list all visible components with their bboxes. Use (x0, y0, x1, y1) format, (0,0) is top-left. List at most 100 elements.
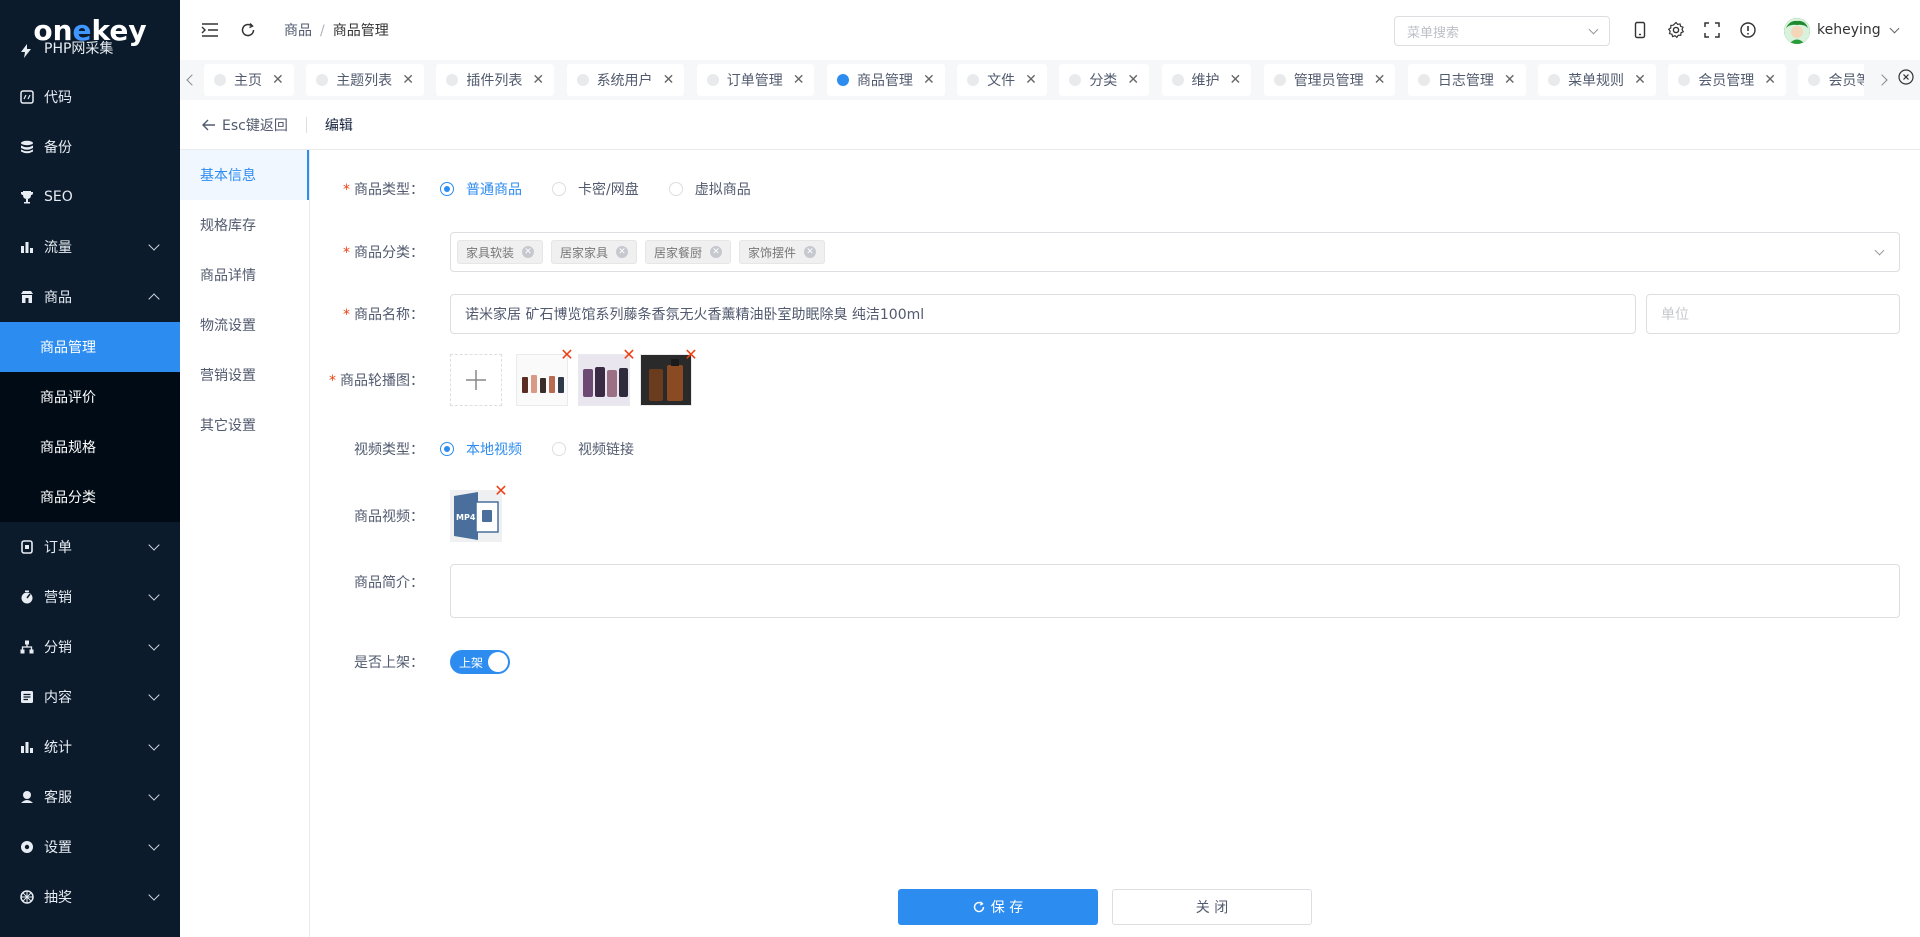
close-icon[interactable]: ✕ (616, 246, 629, 258)
tab-home[interactable]: 主页 ✕ (204, 64, 294, 96)
field-video: 商品视频： MP4 ✕ (310, 483, 1910, 542)
upload-image-button[interactable] (450, 354, 502, 406)
field-on-shelf: 是否上架： 上架 (310, 650, 1910, 674)
field-carousel: * 商品轮播图： ✕ ✕ ✕ (310, 347, 1910, 406)
mobile-icon[interactable] (1631, 21, 1649, 39)
tab-order-manage[interactable]: 订单管理 ✕ (696, 64, 815, 96)
sidebar-item-backup[interactable]: 备份 (0, 122, 180, 172)
close-icon[interactable]: ✕ (1504, 72, 1516, 88)
close-icon[interactable]: ✕ (804, 246, 817, 258)
close-icon[interactable]: ✕ (1764, 72, 1776, 88)
close-icon[interactable]: ✕ (1634, 72, 1646, 88)
close-icon[interactable]: ✕ (923, 72, 935, 88)
chevron-down-icon[interactable] (1889, 23, 1900, 34)
sidebar-subitem-goods-spec[interactable]: 商品规格 (0, 422, 180, 472)
tab-admin-manage[interactable]: 管理员管理 ✕ (1263, 64, 1396, 96)
sidebar-item-code[interactable]: 代码 (0, 72, 180, 122)
tab-member-manage[interactable]: 会员管理 ✕ (1668, 64, 1786, 96)
on-shelf-switch[interactable]: 上架 (450, 650, 510, 674)
close-button[interactable]: 关 闭 (1112, 889, 1312, 925)
tab-theme-list[interactable]: 主题列表 ✕ (306, 64, 424, 96)
fullscreen-icon[interactable] (1703, 21, 1721, 39)
category-multiselect[interactable]: 家具软装 ✕ 居家家具 ✕ 居家餐厨 ✕ 家饰摆件 ✕ (450, 232, 1900, 272)
section-other[interactable]: 其它设置 (180, 400, 309, 450)
sidebar-item-content[interactable]: 内容 (0, 672, 180, 722)
close-icon[interactable]: ✕ (532, 72, 544, 88)
close-all-tabs-icon[interactable] (1898, 69, 1914, 85)
close-icon[interactable]: ✕ (1127, 72, 1139, 88)
sidebar-subitem-goods-category[interactable]: 商品分类 (0, 472, 180, 522)
tab-maintenance[interactable]: 维护 ✕ (1161, 64, 1252, 96)
tab-member-level[interactable]: 会员等级✕ (1798, 64, 1864, 96)
close-icon[interactable]: ✕ (402, 72, 414, 88)
delete-video-icon[interactable]: ✕ (494, 483, 508, 499)
username[interactable]: keheying (1817, 22, 1881, 38)
chevron-down-icon (148, 239, 160, 251)
save-button[interactable]: 保 存 (898, 889, 1098, 925)
sidebar-subitem-goods-manage[interactable]: 商品管理 (0, 322, 180, 372)
delete-image-icon[interactable]: ✕ (622, 347, 636, 363)
sidebar-item-marketing[interactable]: 营销 (0, 572, 180, 622)
sidebar-subitem-goods-review[interactable]: 商品评价 (0, 372, 180, 422)
sidebar-item-seo[interactable]: SEO (0, 172, 180, 222)
tab-plugin-list[interactable]: 插件列表 ✕ (436, 64, 555, 96)
radio-video-link[interactable]: 视频链接 (552, 439, 634, 459)
close-icon[interactable]: ✕ (710, 246, 723, 258)
tab-dot (967, 74, 980, 86)
refresh-icon[interactable] (238, 20, 258, 40)
close-icon[interactable]: ✕ (663, 72, 675, 88)
tab-dot (1678, 74, 1691, 86)
section-spec-stock[interactable]: 规格库存 (180, 200, 309, 250)
delete-image-icon[interactable]: ✕ (684, 347, 698, 363)
sidebar-item-settings[interactable]: 设置 (0, 822, 180, 872)
breadcrumb-item[interactable]: 商品 (284, 23, 312, 39)
unit-input[interactable]: 单位 (1646, 294, 1900, 334)
info-icon[interactable] (1739, 21, 1757, 39)
close-icon[interactable]: ✕ (1230, 72, 1242, 88)
section-marketing[interactable]: 营销设置 (180, 350, 309, 400)
gear-icon[interactable] (1667, 21, 1685, 39)
section-logistics[interactable]: 物流设置 (180, 300, 309, 350)
radio-local-video[interactable]: 本地视频 (440, 439, 522, 459)
content-icon (20, 690, 34, 704)
tab-files[interactable]: 文件 ✕ (957, 64, 1047, 96)
radio-card-disk[interactable]: 卡密/网盘 (552, 179, 639, 199)
radio-virtual-goods[interactable]: 虚拟商品 (668, 179, 751, 199)
avatar[interactable] (1784, 18, 1810, 44)
tab-dot (1069, 74, 1082, 86)
sidebar-item-traffic[interactable]: 流量 (0, 222, 180, 272)
sidebar-item-goods[interactable]: 商品 (0, 272, 180, 322)
sidebar-item-stats[interactable]: 统计 (0, 722, 180, 772)
breadcrumb-current: 商品管理 (332, 23, 389, 39)
goods-name-input[interactable]: 诺米家居 矿石博览馆系列藤条香氛无火香薰精油卧室助眠除臭 纯洁100ml (450, 294, 1636, 334)
delete-image-icon[interactable]: ✕ (560, 347, 574, 363)
sidebar: on e key PHP网采集 代码 备份 SEO 流量 商品 商品管理 商品评价 … (0, 0, 180, 937)
goods-intro-textarea[interactable] (450, 564, 1900, 618)
close-icon[interactable]: ✕ (1374, 72, 1386, 88)
tab-scroll-left-icon[interactable] (186, 74, 198, 86)
close-icon[interactable]: ✕ (272, 72, 284, 88)
chevron-down-icon (1874, 245, 1885, 256)
sidebar-item-distribution[interactable]: 分销 (0, 622, 180, 672)
shop-icon (20, 290, 34, 304)
menu-search-select[interactable]: 菜单搜索 (1394, 16, 1610, 46)
close-icon[interactable]: ✕ (793, 72, 805, 88)
sidebar-item-order[interactable]: 订单 (0, 522, 180, 572)
radio-normal-goods[interactable]: 普通商品 (440, 179, 522, 199)
menu-fold-icon[interactable] (200, 20, 220, 40)
sidebar-item-lottery[interactable]: 抽奖 (0, 872, 180, 922)
sidebar-item-customer-service[interactable]: 客服 (0, 772, 180, 822)
close-icon[interactable]: ✕ (1025, 72, 1037, 88)
section-basic-info[interactable]: 基本信息 (180, 150, 309, 200)
tab-goods-manage[interactable]: 商品管理 ✕ (826, 64, 945, 96)
tab-menu-rules[interactable]: 菜单规则 ✕ (1538, 64, 1656, 96)
tab-system-users[interactable]: 系统用户 ✕ (566, 64, 685, 96)
close-icon[interactable]: ✕ (522, 246, 535, 258)
bar-chart-icon (20, 240, 34, 254)
tab-scroll-right-icon[interactable] (1876, 74, 1888, 86)
tab-category[interactable]: 分类 ✕ (1059, 64, 1150, 96)
back-button[interactable]: Esc键返回 (202, 115, 288, 135)
refresh-icon (973, 901, 984, 913)
section-goods-detail[interactable]: 商品详情 (180, 250, 309, 300)
tab-log-manage[interactable]: 日志管理 ✕ (1407, 64, 1526, 96)
